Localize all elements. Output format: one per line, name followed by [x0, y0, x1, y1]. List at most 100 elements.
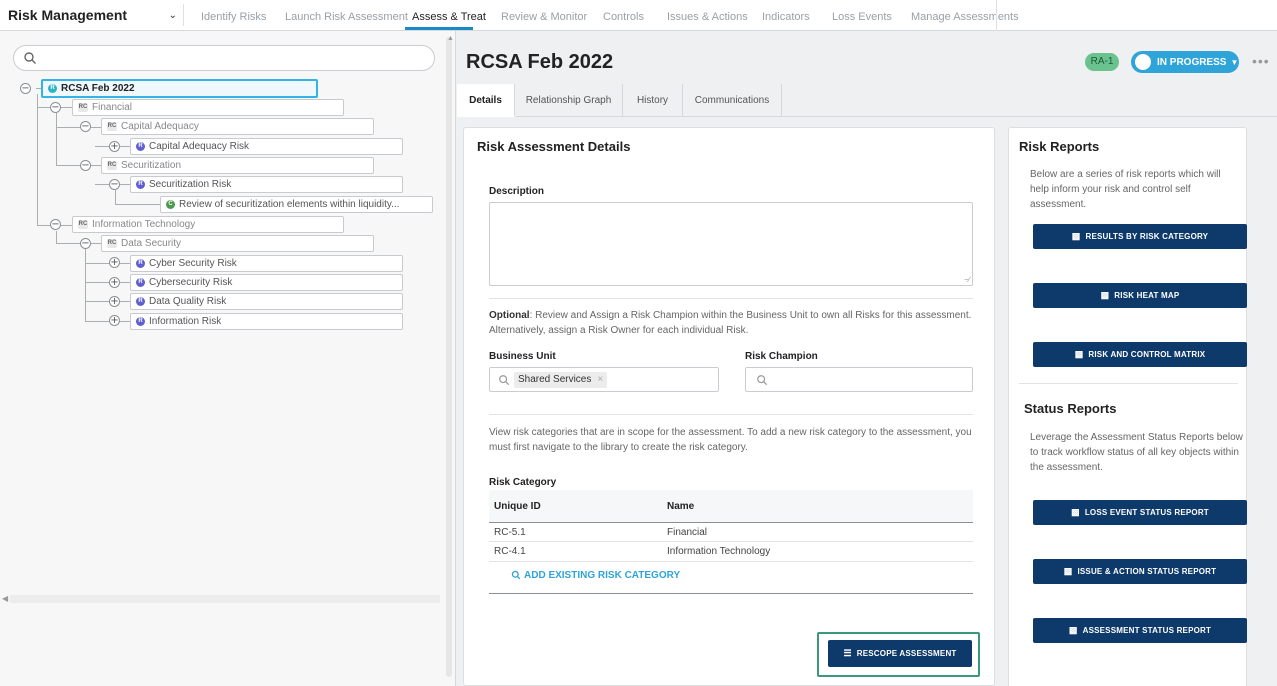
risk-icon: R — [136, 278, 145, 287]
divider — [489, 414, 973, 415]
nav-issues-actions[interactable]: Issues & Actions — [667, 11, 748, 23]
tree-node-capital-adequacy[interactable]: RC Capital Adequacy — [101, 118, 374, 135]
tree-node-data-quality-risk[interactable]: R Data Quality Risk — [130, 293, 403, 310]
nav-loss-events[interactable]: Loss Events — [832, 11, 892, 23]
table-header-divider — [489, 522, 973, 523]
divider — [1019, 383, 1238, 384]
risk-category-icon: RC — [107, 239, 117, 248]
horizontal-scrollbar[interactable] — [10, 595, 440, 603]
workflow-status-dropdown[interactable]: IN PROGRESS ▼ — [1131, 51, 1239, 73]
tree-node-review-securitization-control[interactable]: C Review of securitization elements with… — [160, 196, 433, 213]
expand-toggle-icon[interactable]: + — [109, 277, 120, 288]
risk-and-control-matrix-button[interactable]: ▩ RISK AND CONTROL MATRIX — [1033, 342, 1247, 367]
collapse-toggle-icon[interactable]: − — [80, 160, 91, 171]
bar-chart-icon: ▩ — [1100, 290, 1110, 300]
nav-controls[interactable]: Controls — [603, 11, 644, 23]
risk-category-icon: RC — [78, 103, 88, 112]
vertical-scrollbar[interactable] — [444, 31, 454, 686]
divider — [489, 298, 973, 299]
expand-toggle-icon[interactable]: + — [109, 315, 120, 326]
table-cell-name: Financial — [667, 527, 708, 538]
tree-connector — [56, 127, 101, 128]
column-header-name: Name — [667, 501, 695, 512]
tab-history[interactable]: History — [623, 84, 683, 117]
remove-chip-icon[interactable]: × — [597, 374, 603, 385]
tree-node-capital-adequacy-risk[interactable]: R Capital Adequacy Risk — [130, 138, 403, 155]
bar-chart-icon: ▩ — [1063, 566, 1073, 576]
status-label: IN PROGRESS — [1157, 56, 1227, 68]
collapse-toggle-icon[interactable]: − — [109, 179, 120, 190]
active-nav-indicator — [405, 27, 473, 30]
tree-node-information-risk[interactable]: R Information Risk — [130, 313, 403, 330]
nav-launch-risk-assessment[interactable]: Launch Risk Assessment — [285, 11, 408, 23]
tree-node-financial[interactable]: RC Financial — [72, 99, 344, 116]
tree-node-information-technology[interactable]: RC Information Technology — [72, 216, 344, 233]
nav-indicators[interactable]: Indicators — [762, 11, 810, 23]
nav-manage-assessments[interactable]: Manage Assessments — [911, 11, 1019, 23]
nav-identify-risks[interactable]: Identify Risks — [201, 11, 266, 23]
tree-node-label: Capital Adequacy Risk — [149, 141, 250, 152]
tree-node-label: Securitization Risk — [149, 179, 232, 190]
nav-review-monitor[interactable]: Review & Monitor — [501, 11, 587, 23]
bar-chart-icon: ▩ — [1071, 231, 1081, 241]
expand-toggle-icon[interactable]: + — [109, 141, 120, 152]
bar-chart-icon: ▩ — [1074, 349, 1084, 359]
scrollbar-thumb[interactable] — [446, 37, 452, 677]
collapse-toggle-icon[interactable]: − — [50, 219, 61, 230]
app-selector[interactable]: Risk Management ⌄ — [8, 4, 184, 26]
tree-connector — [85, 321, 130, 322]
rescope-assessment-button[interactable]: ☰ RESCOPE ASSESSMENT — [828, 640, 972, 667]
business-unit-select[interactable]: Shared Services × — [489, 367, 719, 392]
tab-relationship-graph[interactable]: Relationship Graph — [515, 84, 623, 117]
issue-action-status-report-button[interactable]: ▩ ISSUE & ACTION STATUS REPORT — [1033, 559, 1247, 584]
tree-node-securitization[interactable]: RC Securitization — [101, 157, 374, 174]
list-icon: ☰ — [843, 648, 852, 658]
optional-help-text: Optional: Review and Assign a Risk Champ… — [489, 308, 973, 338]
business-unit-chip[interactable]: Shared Services × — [514, 372, 608, 388]
risk-heat-map-button[interactable]: ▩ RISK HEAT MAP — [1033, 283, 1247, 308]
more-options-icon[interactable]: ••• — [1252, 53, 1270, 69]
risk-assessment-icon: R — [48, 84, 57, 93]
table-row-divider — [489, 561, 973, 562]
tree-node-data-security[interactable]: RC Data Security — [101, 235, 374, 252]
collapse-toggle-icon[interactable]: − — [80, 238, 91, 249]
collapse-toggle-icon[interactable]: − — [50, 102, 61, 113]
collapse-toggle-icon[interactable]: − — [80, 121, 91, 132]
scroll-left-arrow-icon[interactable]: ◀ — [2, 594, 8, 603]
chip-label: Shared Services — [518, 374, 592, 385]
tree-node-rcsa-feb-2022[interactable]: R RCSA Feb 2022 — [41, 79, 318, 98]
app-name: Risk Management — [8, 7, 128, 23]
tree-connector — [56, 243, 101, 244]
assessment-status-report-button[interactable]: ▩ ASSESSMENT STATUS REPORT — [1033, 618, 1247, 643]
add-existing-risk-category-link[interactable]: ADD EXISTING RISK CATEGORY — [511, 570, 680, 581]
expand-toggle-icon[interactable]: + — [109, 257, 120, 268]
tree-node-label: Information Technology — [92, 219, 196, 230]
button-label: RISK AND CONTROL MATRIX — [1088, 350, 1206, 359]
results-by-risk-category-button[interactable]: ▩ RESULTS BY RISK CATEGORY — [1033, 224, 1247, 249]
button-label: ASSESSMENT STATUS REPORT — [1082, 626, 1212, 635]
tab-details[interactable]: Details — [457, 84, 515, 117]
scroll-up-arrow-icon[interactable]: ▲ — [447, 35, 454, 42]
tree-node-cybersecurity-risk[interactable]: R Cybersecurity Risk — [130, 274, 403, 291]
tab-communications[interactable]: Communications — [683, 84, 782, 117]
tree-node-cyber-security-risk[interactable]: R Cyber Security Risk — [130, 255, 403, 272]
tree-node-label: Review of securitization elements within… — [179, 199, 400, 210]
risk-champion-select[interactable] — [745, 367, 973, 392]
expand-toggle-icon[interactable]: + — [109, 296, 120, 307]
resize-handle-icon[interactable]: −∕ — [964, 275, 970, 284]
tree-node-securitization-risk[interactable]: R Securitization Risk — [130, 176, 403, 193]
search-icon — [511, 570, 521, 580]
button-label: RISK HEAT MAP — [1114, 291, 1180, 300]
loss-event-status-report-button[interactable]: ▩ LOSS EVENT STATUS REPORT — [1033, 500, 1247, 525]
search-icon — [24, 52, 36, 64]
collapse-toggle-icon[interactable]: − — [20, 83, 31, 94]
status-reports-title: Status Reports — [1024, 401, 1117, 416]
control-icon: C — [166, 200, 175, 209]
tree-node-label: Capital Adequacy — [121, 121, 199, 132]
description-textarea[interactable]: −∕ — [489, 202, 973, 286]
risk-icon: R — [136, 317, 145, 326]
business-unit-label: Business Unit — [489, 351, 556, 362]
nav-assess-treat[interactable]: Assess & Treat — [412, 11, 486, 23]
tree-connector — [85, 249, 86, 321]
tree-search-input[interactable] — [13, 45, 435, 71]
